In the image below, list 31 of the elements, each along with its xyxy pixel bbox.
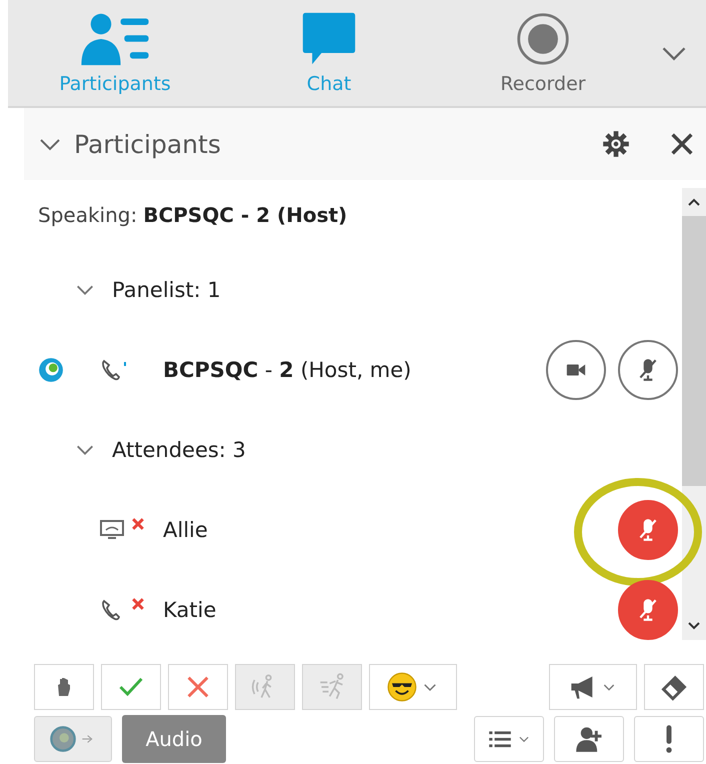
sunglasses-emoji-icon <box>387 672 417 702</box>
participant-name: BCPSQC - 2 (Host, me) <box>163 358 412 382</box>
eraser-icon <box>660 673 688 701</box>
no-button[interactable] <box>168 664 228 710</box>
participant-name: Katie <box>163 598 216 622</box>
group-label: Attendees: 3 <box>112 438 246 462</box>
exclamation-icon <box>666 725 672 753</box>
tab[interactable]: Recorder <box>436 0 650 106</box>
add-person-icon <box>575 725 603 753</box>
audio-button[interactable]: Audio <box>122 715 226 763</box>
tab[interactable]: Participants <box>8 0 222 106</box>
speaking-label: Speaking: <box>38 203 138 227</box>
status-icon <box>49 725 77 753</box>
yes-button[interactable] <box>101 664 161 710</box>
speaker-name: BCPSQC - 2 (Host) <box>143 203 348 227</box>
alert-button[interactable] <box>634 716 704 762</box>
emoji-button[interactable] <box>369 664 457 710</box>
raise-hand-button[interactable] <box>34 664 94 710</box>
invite-button[interactable] <box>554 716 624 762</box>
settings-icon[interactable] <box>602 130 630 158</box>
clear-button[interactable] <box>644 664 704 710</box>
list-menu-button[interactable] <box>474 716 544 762</box>
scrollbar[interactable] <box>682 188 706 640</box>
participant-name: Allie <box>163 518 208 542</box>
running-person-icon <box>318 673 346 701</box>
scroll-up-icon[interactable] <box>686 196 702 208</box>
announce-button[interactable] <box>549 664 637 710</box>
scroll-down-icon[interactable] <box>686 620 702 632</box>
tab[interactable]: Chat <box>222 0 436 106</box>
panel-title: Participants <box>74 130 221 158</box>
group-label: Panelist: 1 <box>112 278 221 302</box>
